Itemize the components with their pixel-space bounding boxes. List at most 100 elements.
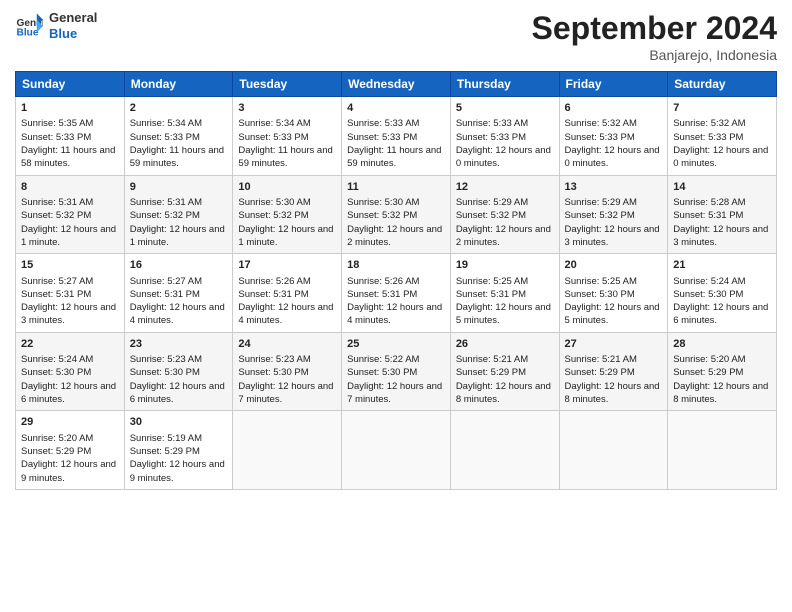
calendar-cell: 1Sunrise: 5:35 AMSunset: 5:33 PMDaylight… [16, 97, 125, 176]
day-number: 24 [238, 337, 336, 352]
calendar-cell: 23Sunrise: 5:23 AMSunset: 5:30 PMDayligh… [124, 332, 233, 411]
sunset-text: Sunset: 5:30 PM [565, 288, 663, 301]
sunset-text: Sunset: 5:33 PM [565, 131, 663, 144]
calendar-cell: 21Sunrise: 5:24 AMSunset: 5:30 PMDayligh… [668, 254, 777, 333]
sunrise-text: Sunrise: 5:28 AM [673, 196, 771, 209]
daylight-text: Daylight: 12 hours and 2 minutes. [456, 223, 554, 250]
daylight-text: Daylight: 12 hours and 6 minutes. [130, 380, 228, 407]
sunrise-text: Sunrise: 5:19 AM [130, 432, 228, 445]
calendar-cell: 24Sunrise: 5:23 AMSunset: 5:30 PMDayligh… [233, 332, 342, 411]
calendar-cell: 18Sunrise: 5:26 AMSunset: 5:31 PMDayligh… [342, 254, 451, 333]
day-number: 28 [673, 337, 771, 352]
sunset-text: Sunset: 5:31 PM [673, 209, 771, 222]
daylight-text: Daylight: 12 hours and 9 minutes. [130, 458, 228, 485]
day-number: 14 [673, 180, 771, 195]
daylight-text: Daylight: 11 hours and 59 minutes. [347, 144, 445, 171]
day-header-friday: Friday [559, 72, 668, 97]
sunrise-text: Sunrise: 5:27 AM [130, 275, 228, 288]
daylight-text: Daylight: 12 hours and 3 minutes. [565, 223, 663, 250]
sunset-text: Sunset: 5:31 PM [238, 288, 336, 301]
day-number: 30 [130, 415, 228, 430]
sunrise-text: Sunrise: 5:31 AM [130, 196, 228, 209]
location: Banjarejo, Indonesia [532, 47, 777, 63]
week-row-3: 15Sunrise: 5:27 AMSunset: 5:31 PMDayligh… [16, 254, 777, 333]
sunrise-text: Sunrise: 5:31 AM [21, 196, 119, 209]
day-number: 19 [456, 258, 554, 273]
day-number: 13 [565, 180, 663, 195]
sunrise-text: Sunrise: 5:21 AM [565, 353, 663, 366]
sunrise-text: Sunrise: 5:34 AM [238, 117, 336, 130]
daylight-text: Daylight: 12 hours and 0 minutes. [456, 144, 554, 171]
calendar-cell: 28Sunrise: 5:20 AMSunset: 5:29 PMDayligh… [668, 332, 777, 411]
calendar-cell: 7Sunrise: 5:32 AMSunset: 5:33 PMDaylight… [668, 97, 777, 176]
daylight-text: Daylight: 12 hours and 4 minutes. [347, 301, 445, 328]
day-number: 15 [21, 258, 119, 273]
calendar-cell [559, 411, 668, 490]
calendar-cell: 3Sunrise: 5:34 AMSunset: 5:33 PMDaylight… [233, 97, 342, 176]
day-header-saturday: Saturday [668, 72, 777, 97]
day-header-sunday: Sunday [16, 72, 125, 97]
day-number: 18 [347, 258, 445, 273]
day-number: 10 [238, 180, 336, 195]
sunrise-text: Sunrise: 5:26 AM [238, 275, 336, 288]
day-header-tuesday: Tuesday [233, 72, 342, 97]
sunrise-text: Sunrise: 5:21 AM [456, 353, 554, 366]
daylight-text: Daylight: 12 hours and 0 minutes. [673, 144, 771, 171]
sunset-text: Sunset: 5:32 PM [238, 209, 336, 222]
daylight-text: Daylight: 12 hours and 2 minutes. [347, 223, 445, 250]
sunrise-text: Sunrise: 5:24 AM [21, 353, 119, 366]
sunset-text: Sunset: 5:33 PM [347, 131, 445, 144]
calendar-cell [668, 411, 777, 490]
week-row-2: 8Sunrise: 5:31 AMSunset: 5:32 PMDaylight… [16, 175, 777, 254]
week-row-1: 1Sunrise: 5:35 AMSunset: 5:33 PMDaylight… [16, 97, 777, 176]
sunrise-text: Sunrise: 5:33 AM [347, 117, 445, 130]
daylight-text: Daylight: 12 hours and 0 minutes. [565, 144, 663, 171]
day-number: 25 [347, 337, 445, 352]
daylight-text: Daylight: 12 hours and 8 minutes. [673, 380, 771, 407]
daylight-text: Daylight: 12 hours and 7 minutes. [347, 380, 445, 407]
sunrise-text: Sunrise: 5:25 AM [565, 275, 663, 288]
sunset-text: Sunset: 5:33 PM [673, 131, 771, 144]
sunrise-text: Sunrise: 5:26 AM [347, 275, 445, 288]
day-number: 1 [21, 101, 119, 116]
daylight-text: Daylight: 12 hours and 4 minutes. [130, 301, 228, 328]
day-number: 9 [130, 180, 228, 195]
sunrise-text: Sunrise: 5:34 AM [130, 117, 228, 130]
daylight-text: Daylight: 12 hours and 3 minutes. [673, 223, 771, 250]
logo: General Blue General Blue [15, 10, 97, 41]
day-number: 21 [673, 258, 771, 273]
sunset-text: Sunset: 5:33 PM [130, 131, 228, 144]
daylight-text: Daylight: 12 hours and 6 minutes. [21, 380, 119, 407]
day-number: 8 [21, 180, 119, 195]
day-number: 7 [673, 101, 771, 116]
calendar-cell [450, 411, 559, 490]
logo-general: General [49, 10, 97, 26]
logo-icon: General Blue [15, 12, 43, 40]
daylight-text: Daylight: 12 hours and 9 minutes. [21, 458, 119, 485]
month-title: September 2024 [532, 10, 777, 47]
sunset-text: Sunset: 5:29 PM [130, 445, 228, 458]
daylight-text: Daylight: 12 hours and 3 minutes. [21, 301, 119, 328]
calendar-cell: 27Sunrise: 5:21 AMSunset: 5:29 PMDayligh… [559, 332, 668, 411]
sunset-text: Sunset: 5:30 PM [21, 366, 119, 379]
calendar-cell: 8Sunrise: 5:31 AMSunset: 5:32 PMDaylight… [16, 175, 125, 254]
calendar-cell: 30 Sunrise: 5:19 AMSunset: 5:29 PMDayligh… [124, 411, 233, 490]
sunset-text: Sunset: 5:30 PM [130, 366, 228, 379]
day-number: 11 [347, 180, 445, 195]
calendar-cell: 2Sunrise: 5:34 AMSunset: 5:33 PMDaylight… [124, 97, 233, 176]
sunrise-text: Sunrise: 5:27 AM [21, 275, 119, 288]
sunset-text: Sunset: 5:33 PM [238, 131, 336, 144]
sunrise-text: Sunrise: 5:25 AM [456, 275, 554, 288]
sunset-text: Sunset: 5:32 PM [21, 209, 119, 222]
calendar-cell: 26Sunrise: 5:21 AMSunset: 5:29 PMDayligh… [450, 332, 559, 411]
daylight-text: Daylight: 12 hours and 4 minutes. [238, 301, 336, 328]
daylight-text: Daylight: 12 hours and 7 minutes. [238, 380, 336, 407]
sunset-text: Sunset: 5:30 PM [347, 366, 445, 379]
day-header-monday: Monday [124, 72, 233, 97]
day-number: 22 [21, 337, 119, 352]
svg-text:Blue: Blue [17, 27, 39, 38]
sunset-text: Sunset: 5:31 PM [130, 288, 228, 301]
sunrise-text: Sunrise: 5:30 AM [347, 196, 445, 209]
day-number: 29 [21, 415, 119, 430]
sunrise-text: Sunrise: 5:30 AM [238, 196, 336, 209]
